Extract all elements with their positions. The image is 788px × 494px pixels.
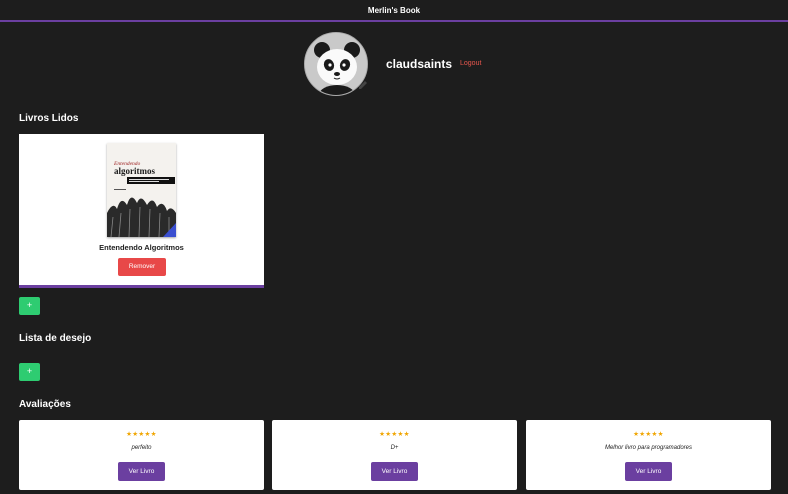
top-bar: Merlin's Book [0, 0, 788, 22]
add-wishlist-button[interactable]: + [19, 363, 40, 381]
username: claudsaints [386, 57, 453, 71]
section-title-reviews: Avaliações [19, 399, 71, 410]
star-rating-icon: ★★★★★ [633, 431, 664, 438]
review-card: ★★★★★ perfeito Ver Livro [19, 420, 264, 490]
star-rating-icon: ★★★★★ [126, 431, 157, 438]
book-title: Entendendo Algoritmos [99, 243, 184, 252]
book-cover[interactable]: Entendendo algoritmos [107, 143, 176, 237]
review-text: perfeito [131, 445, 152, 451]
review-card: ★★★★★ Melhor livro para programadores Ve… [526, 420, 771, 490]
section-title-read-books: Livros Lidos [19, 113, 79, 124]
view-book-button[interactable]: Ver Livro [625, 462, 672, 481]
star-rating-icon: ★★★★★ [379, 431, 410, 438]
remove-book-button[interactable]: Remover [118, 258, 166, 276]
view-book-button[interactable]: Ver Livro [118, 462, 165, 481]
add-read-book-button[interactable]: + [19, 297, 40, 315]
book-card: Entendendo algoritmos Entendendo Algorit… [19, 134, 264, 288]
review-text: Melhor livro para programadores [604, 445, 693, 451]
review-text: D+ [390, 445, 399, 451]
app-title: Merlin's Book [367, 6, 421, 15]
edit-avatar-icon[interactable] [358, 80, 368, 90]
review-card: ★★★★★ D+ Ver Livro [272, 420, 517, 490]
logout-link[interactable]: Logout [460, 60, 481, 67]
view-book-button[interactable]: Ver Livro [371, 462, 418, 481]
section-title-wishlist: Lista de desejo [19, 333, 92, 344]
cover-title-line2: algoritmos [114, 166, 155, 176]
